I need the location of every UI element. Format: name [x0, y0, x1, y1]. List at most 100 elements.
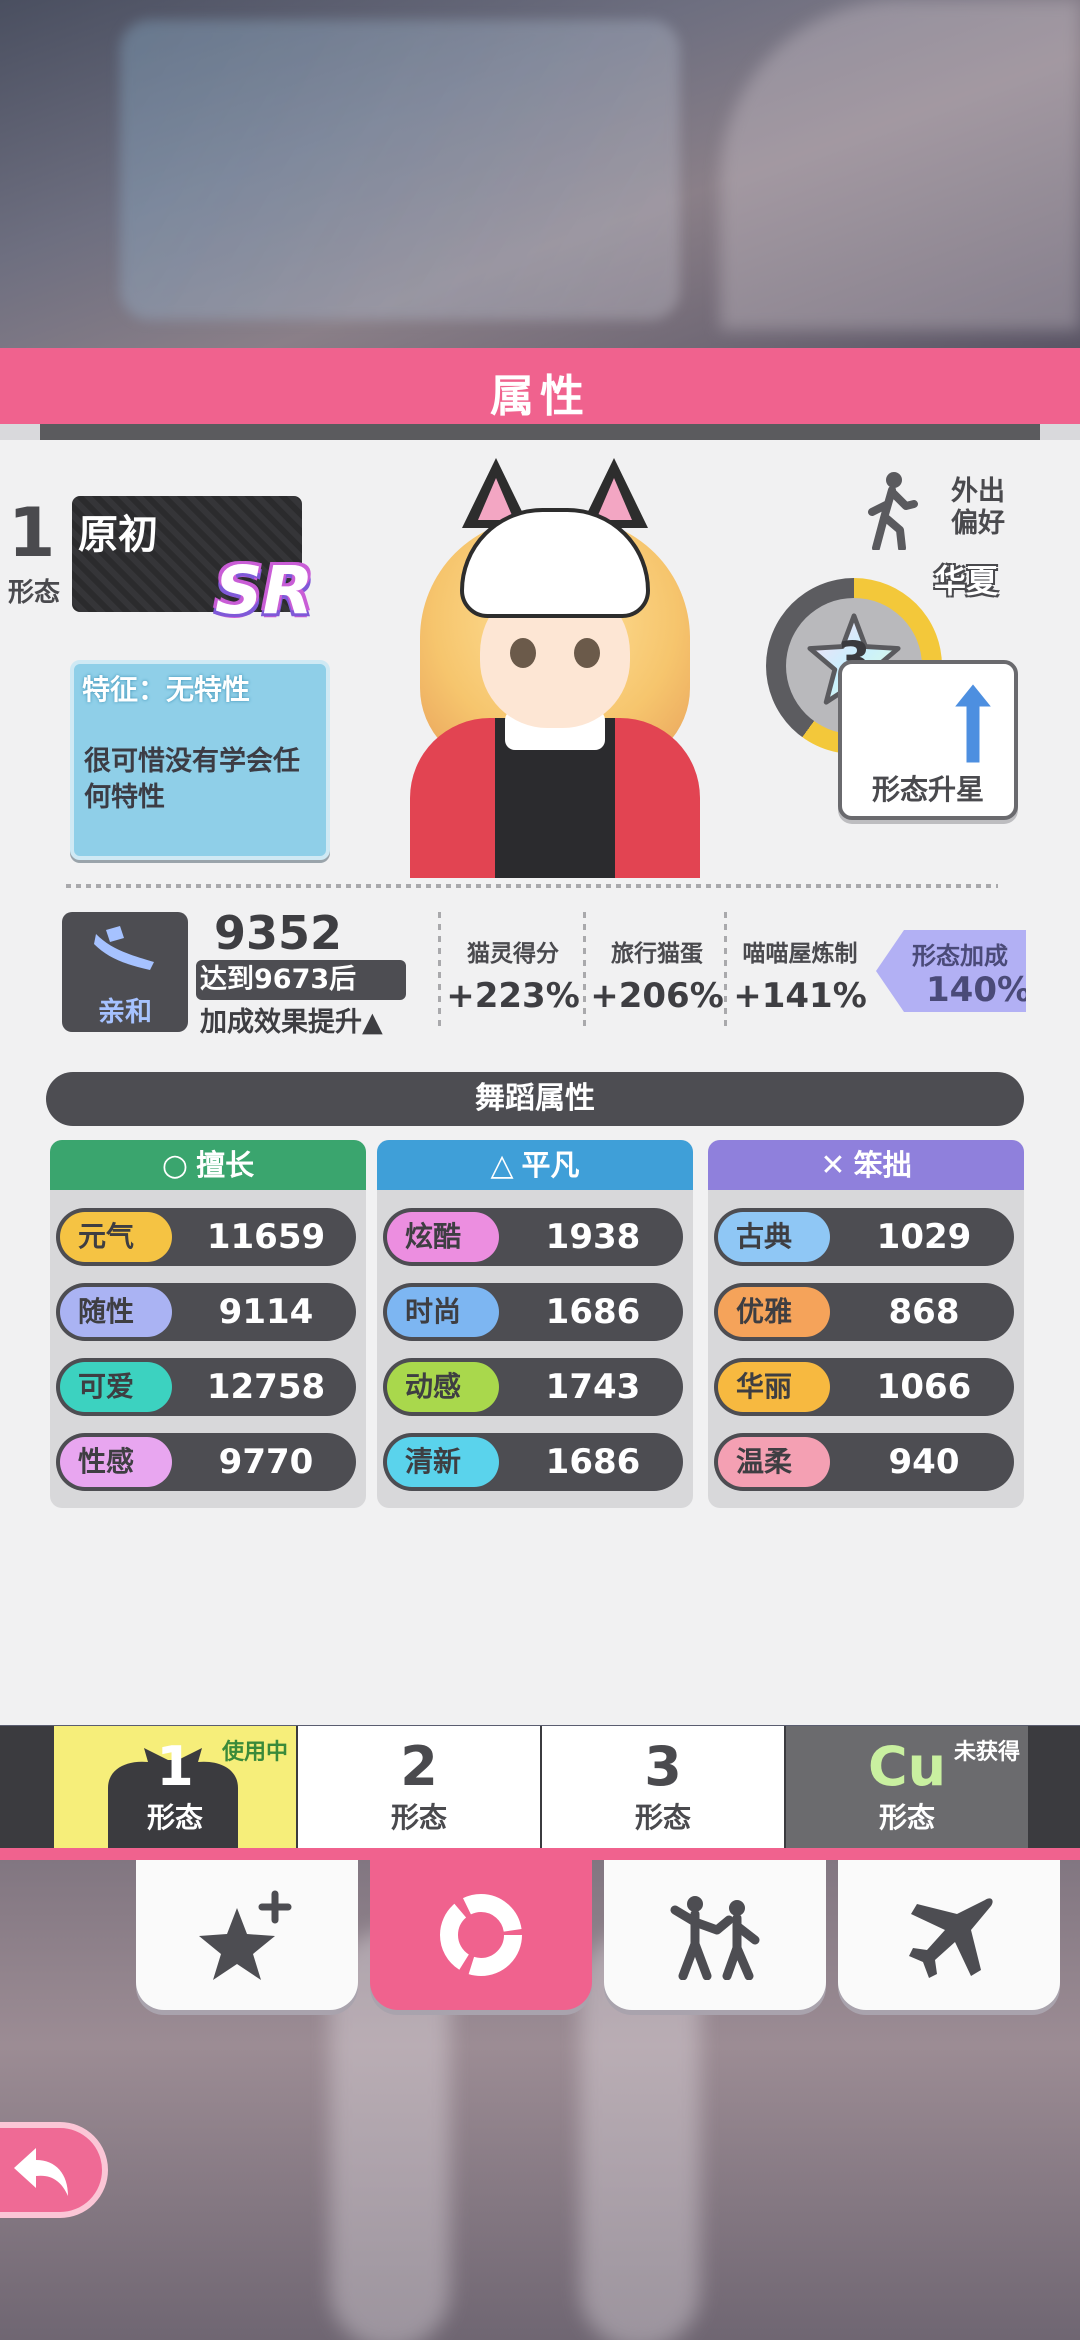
- nav-star-upgrade-button[interactable]: [136, 1860, 358, 2010]
- bonus-label: 猫灵得分: [467, 941, 559, 967]
- stat-tag: 清新: [387, 1437, 499, 1487]
- dotted-divider: [66, 884, 998, 888]
- stat-pill: 性感 9770: [56, 1433, 356, 1491]
- stat-tag: 华丽: [718, 1362, 830, 1412]
- stat-pill: 随性 9114: [56, 1283, 356, 1341]
- portrait-eye: [510, 638, 536, 668]
- affinity-icon: [94, 926, 154, 970]
- skill-column-normal: △ 平凡 炫酷 1938 时尚 1686 动感 1743 清新 1686: [377, 1140, 693, 1508]
- stat-tag: 可爱: [60, 1362, 172, 1412]
- bonus-value: +206%: [590, 976, 724, 1016]
- dance-attributes-title: 舞蹈属性: [46, 1072, 1024, 1126]
- tab-badge-in-use: 使用中: [221, 1740, 288, 1765]
- form-bonus-label: 形态加成: [912, 942, 1008, 970]
- outing-preference-label: 外出偏好: [951, 476, 1005, 539]
- stat-value: 1743: [545, 1367, 641, 1407]
- stat-tag: 动感: [387, 1362, 499, 1412]
- cross-icon: ✕: [820, 1148, 846, 1183]
- affinity-badge: 亲和: [62, 912, 188, 1032]
- stat-tag: 元气: [60, 1212, 172, 1262]
- column-title: 擅长: [196, 1148, 255, 1182]
- stat-tag: 温柔: [718, 1437, 830, 1487]
- portrait-eye: [574, 638, 600, 668]
- bonus-meow-house-refine: 喵喵屋炼制 +141%: [730, 934, 870, 1016]
- stat-pill: 华丽 1066: [714, 1358, 1014, 1416]
- stat-pill: 动感 1743: [383, 1358, 683, 1416]
- stat-tag: 随性: [60, 1287, 172, 1337]
- stat-value: 9770: [218, 1442, 314, 1482]
- background-arch: [720, 0, 1080, 330]
- walking-person-icon: [868, 472, 918, 550]
- form-number: 1: [8, 494, 56, 573]
- stat-value: 9114: [218, 1292, 314, 1332]
- column-title: 平凡: [521, 1148, 580, 1182]
- stat-value: 940: [888, 1442, 960, 1482]
- stat-value: 1066: [876, 1367, 972, 1407]
- bonus-cat-spirit-score: 猫灵得分 +223%: [443, 934, 583, 1016]
- trait-title: 特征：无特性: [82, 673, 251, 706]
- tab-badge-not-obtained: 未获得: [953, 1740, 1020, 1765]
- header-strip: [0, 424, 1080, 440]
- column-title: 笨拙: [853, 1148, 912, 1182]
- stat-pill: 可爱 12758: [56, 1358, 356, 1416]
- tab-label: 形态: [390, 1801, 447, 1834]
- stat-pill: 元气 11659: [56, 1208, 356, 1266]
- form-label: 形态: [8, 578, 61, 608]
- bonus-label: 喵喵屋炼制: [742, 941, 858, 967]
- tab-form-3[interactable]: 3 形态: [542, 1726, 784, 1848]
- ring-chart-icon: [440, 1894, 522, 1976]
- stat-value: 1686: [545, 1292, 641, 1332]
- column-header: ✕ 笨拙: [708, 1140, 1024, 1190]
- tab-form-cu[interactable]: Cu 形态 未获得: [786, 1726, 1028, 1848]
- background-top: [0, 0, 1080, 350]
- airplane-icon: [909, 1898, 993, 1978]
- trait-card[interactable]: 特征：无特性 很可惜没有学会任何特性: [70, 660, 330, 860]
- character-name: 原初: [78, 512, 158, 558]
- form-bonus-value: 140%: [926, 970, 1032, 1010]
- stat-pill: 清新 1686: [383, 1433, 683, 1491]
- skill-column-clumsy: ✕ 笨拙 古典 1029 优雅 868 华丽 1066 温柔 940: [708, 1140, 1024, 1508]
- outing-preference-value: 华夏: [934, 562, 999, 600]
- affinity-goal: 达到9673后: [196, 960, 406, 1000]
- skill-column-good: ○ 擅长 元气 11659 随性 9114 可爱 12758 性感 9770: [50, 1140, 366, 1508]
- stat-pill: 古典 1029: [714, 1208, 1014, 1266]
- tab-form-1[interactable]: 1 形态 使用中: [54, 1726, 296, 1848]
- column-header: △ 平凡: [377, 1140, 693, 1190]
- tab-form-2[interactable]: 2 形态: [298, 1726, 540, 1848]
- stat-value: 1938: [545, 1217, 641, 1257]
- bonus-value: +223%: [446, 976, 580, 1016]
- stat-pill: 炫酷 1938: [383, 1208, 683, 1266]
- tab-underline: [0, 1848, 1080, 1860]
- back-button[interactable]: [0, 2122, 108, 2218]
- nav-attributes-button[interactable]: [370, 1860, 592, 2010]
- rarity-badge: SR: [215, 552, 314, 629]
- form-upgrade-button[interactable]: 形态升星: [838, 660, 1018, 820]
- bonus-value: +141%: [733, 976, 867, 1016]
- tab-label: 形态: [634, 1801, 691, 1834]
- stat-value: 12758: [206, 1367, 326, 1407]
- star-plus-icon: [199, 1890, 292, 1980]
- form-bonus-tag: 形态加成 140%: [876, 930, 1026, 1012]
- up-arrow-icon: [948, 679, 998, 766]
- stat-tag: 古典: [718, 1212, 830, 1262]
- stat-tag: 优雅: [718, 1287, 830, 1337]
- form-upgrade-label: 形态升星: [871, 773, 984, 806]
- tab-number: 2: [400, 1735, 438, 1798]
- nav-travel-button[interactable]: [838, 1860, 1060, 2010]
- stat-tag: 炫酷: [387, 1212, 499, 1262]
- portrait-cat-ear-inner: [596, 478, 632, 520]
- stat-pill: 温柔 940: [714, 1433, 1014, 1491]
- stat-value: 868: [888, 1292, 960, 1332]
- header-strip-bar: [40, 424, 1040, 440]
- header-bar: 属性: [0, 348, 1080, 424]
- column-header: ○ 擅长: [50, 1140, 366, 1190]
- column-separator: [583, 912, 586, 1030]
- stat-value: 1686: [545, 1442, 641, 1482]
- column-separator: [438, 912, 441, 1030]
- bonus-travel-cat-egg: 旅行猫蛋 +206%: [587, 934, 727, 1016]
- stat-value: 1029: [876, 1217, 972, 1257]
- tab-label: 形态: [146, 1801, 203, 1834]
- affinity-label: 亲和: [98, 997, 152, 1028]
- nav-dance-button[interactable]: [604, 1860, 826, 2010]
- triangle-icon: △: [490, 1148, 514, 1183]
